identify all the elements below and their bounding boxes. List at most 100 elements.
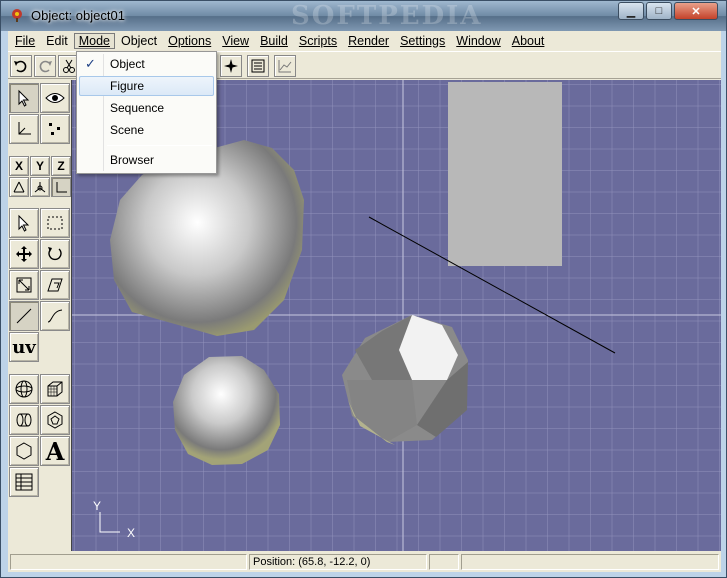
mode-item-figure[interactable]: Figure (79, 76, 214, 96)
select-tool-button[interactable] (9, 83, 39, 113)
line-tool-button[interactable] (9, 301, 39, 331)
world-axes-icon (56, 182, 67, 193)
cylinder-tool-button[interactable] (9, 405, 39, 435)
scale-icon (16, 277, 32, 293)
small-sphere-object[interactable] (173, 356, 280, 465)
move-tool-button[interactable] (9, 239, 39, 269)
polyhedron-tool-button[interactable] (40, 405, 70, 435)
axes-icon (18, 122, 31, 135)
axes-tool-button[interactable] (9, 114, 39, 144)
view-tool-button[interactable] (40, 83, 70, 113)
points-icon (49, 123, 60, 135)
rotate-tool-button[interactable] (40, 239, 70, 269)
app-window: Object: object01 SOFTPEDIA ▁ □ ✕ File Ed… (0, 0, 727, 578)
curve-icon (47, 309, 63, 323)
list-button[interactable] (247, 55, 269, 77)
status-panel-left (10, 554, 247, 570)
y-axis-button[interactable]: Y (30, 156, 50, 176)
dodecahedron-object[interactable] (342, 315, 468, 445)
menu-window[interactable]: Window (451, 33, 505, 49)
sphere-tool-button[interactable] (9, 374, 39, 404)
mode-item-browser[interactable]: Browser (79, 150, 214, 170)
sphere-icon (15, 380, 33, 398)
z-axis-button[interactable]: Z (51, 156, 71, 176)
scale-tool-button[interactable] (9, 270, 39, 300)
local-coords-button[interactable] (9, 177, 29, 197)
checkmark-icon: ✓ (85, 56, 96, 71)
axes-indicator: Y X (93, 499, 135, 540)
text-tool-button[interactable]: A (40, 436, 70, 466)
x-axis-button[interactable]: X (9, 156, 29, 176)
hexagon-icon (16, 442, 32, 460)
title-bar[interactable]: Object: object01 SOFTPEDIA ▁ □ ✕ (1, 1, 726, 31)
arrow-icon (18, 214, 30, 232)
list-icon (251, 59, 265, 73)
redo-button[interactable] (34, 55, 56, 77)
skew-tool-button[interactable] (40, 270, 70, 300)
graph-button[interactable] (274, 55, 296, 77)
uv-label: uv (12, 336, 36, 358)
status-panel-small (429, 554, 459, 570)
menu-mode[interactable]: Mode (73, 32, 115, 49)
menu-bar: File Edit Mode Object Options View Build… (8, 31, 721, 50)
object-axes-icon (34, 182, 46, 193)
menu-object[interactable]: Object (116, 33, 162, 49)
menu-separator (107, 145, 212, 146)
menu-view[interactable]: View (217, 33, 254, 49)
menu-build[interactable]: Build (255, 33, 293, 49)
tool-palette: X Y Z uv A (8, 81, 71, 551)
grid-tool-button[interactable] (9, 467, 39, 497)
grid-icon (15, 473, 33, 491)
curve-tool-button[interactable] (40, 301, 70, 331)
minimize-button[interactable]: ▁ (618, 2, 644, 20)
pointer-icon (18, 89, 30, 107)
menu-file[interactable]: File (10, 33, 40, 49)
polyhedron-icon (47, 411, 63, 429)
object-coords-button[interactable] (30, 177, 50, 197)
local-axes-icon (13, 181, 25, 193)
close-button[interactable]: ✕ (674, 2, 718, 20)
marquee-icon (47, 216, 63, 230)
menu-settings[interactable]: Settings (395, 33, 450, 49)
axis-x-label: X (127, 526, 135, 540)
graph-icon (278, 60, 292, 73)
line-icon (16, 308, 32, 324)
polygon-tool-button[interactable] (9, 436, 39, 466)
world-coords-button[interactable] (51, 177, 71, 197)
status-bar: Position: (65.8, -12.2, 0) (8, 552, 721, 572)
redo-icon (39, 60, 52, 73)
cylinder-icon (16, 413, 32, 427)
mode-menu-dropdown: ✓ Object Figure Sequence Scene Browser (76, 51, 217, 174)
menu-edit[interactable]: Edit (41, 33, 73, 49)
cut-icon (63, 59, 75, 73)
client-area: File Edit Mode Object Options View Build… (8, 31, 721, 572)
status-panel-right (461, 554, 719, 570)
watermark: SOFTPEDIA (291, 1, 483, 31)
menu-scripts[interactable]: Scripts (294, 33, 342, 49)
app-icon[interactable] (9, 7, 25, 23)
menu-render[interactable]: Render (343, 33, 394, 49)
position-readout: Position: (65.8, -12.2, 0) (249, 554, 427, 570)
mode-item-scene[interactable]: Scene (79, 120, 214, 140)
sparkle-icon (224, 59, 238, 73)
skew-icon (47, 278, 63, 292)
window-title: Object: object01 (31, 8, 125, 23)
text-tool-label: A (45, 436, 65, 466)
sparkle-button[interactable] (220, 55, 242, 77)
mode-item-object[interactable]: ✓ Object (79, 54, 214, 74)
points-tool-button[interactable] (40, 114, 70, 144)
uv-tool-button[interactable]: uv (9, 332, 39, 362)
maximize-button[interactable]: □ (646, 2, 672, 20)
axis-y-label: Y (93, 499, 101, 513)
cube-tool-button[interactable] (40, 374, 70, 404)
move-select-tool-button[interactable] (9, 208, 39, 238)
rect-select-tool-button[interactable] (40, 208, 70, 238)
move-icon (16, 246, 32, 262)
rectangle-object[interactable] (448, 82, 562, 266)
mode-item-sequence[interactable]: Sequence (79, 98, 214, 118)
eye-icon (45, 93, 65, 103)
menu-options[interactable]: Options (163, 33, 216, 49)
rotate-icon (48, 247, 62, 261)
undo-button[interactable] (10, 55, 32, 77)
menu-about[interactable]: About (507, 33, 550, 49)
